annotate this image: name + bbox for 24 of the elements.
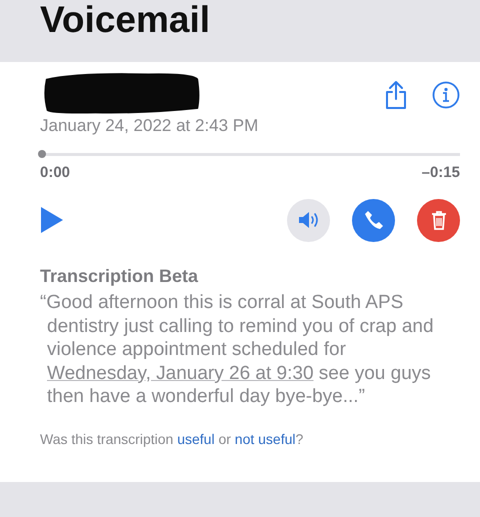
speaker-icon [298,211,320,229]
info-icon [432,81,460,109]
play-icon [40,206,64,234]
share-icon [384,80,408,110]
feedback-question: Was this transcription useful or not useful? [40,430,304,449]
call-button[interactable] [352,198,395,242]
date-link[interactable]: Wednesday, January 26 at 9:30 [47,362,314,384]
elapsed-time: 0:00 [40,163,70,183]
message-date: January 24, 2022 at 2:43 PM [40,116,260,136]
transcription-heading: Transcription Beta [40,266,200,288]
slider-thumb[interactable] [38,150,46,158]
remaining-time: –0:15 [422,163,460,183]
useful-link[interactable]: useful [177,430,215,447]
delete-button[interactable] [417,198,460,242]
trash-icon [430,210,446,230]
play-button[interactable] [40,206,64,234]
speaker-button[interactable] [287,198,330,242]
share-button[interactable] [384,80,408,110]
info-button[interactable] [432,80,460,110]
playback-slider[interactable] [40,150,460,158]
phone-icon [364,210,384,230]
page-title: Voicemail [40,0,210,40]
not-useful-link[interactable]: not useful [234,430,296,447]
transcription-text: “Good afternoon this is corral at South APS dentistry just calling to remind you of crap and violence appointment scheduled for Wednesday, January 26 at 9:30 see you guys then have a wonderful day bye-bye...” [40,291,435,409]
